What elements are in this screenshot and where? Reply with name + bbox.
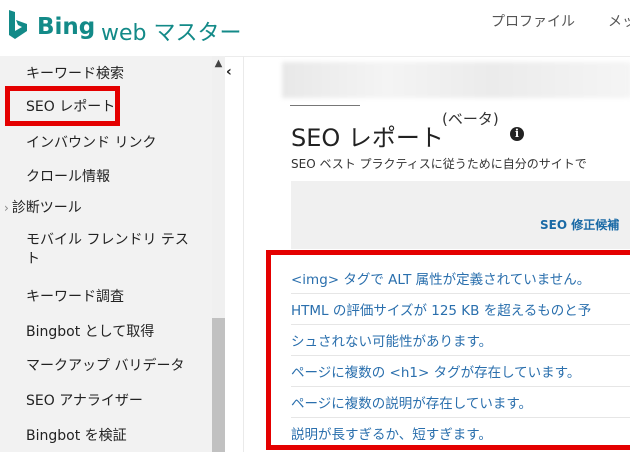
selected-item-highlight xyxy=(5,86,120,126)
column-header-seo-suggestions[interactable]: SEO 修正候補 xyxy=(540,216,619,233)
top-header: Bing web マスター プロファイル メッ xyxy=(0,0,630,57)
sidebar-item-keyword-research[interactable]: キーワード調査 xyxy=(26,286,124,306)
beta-label: (ベータ) xyxy=(442,110,499,128)
sidebar-item-fetch-as-bingbot[interactable]: Bingbot として取得 xyxy=(26,321,154,341)
sidebar-item-markup-validator[interactable]: マークアップ バリデータ xyxy=(26,355,184,375)
nav-message-link[interactable]: メッ xyxy=(608,11,630,31)
table-header-band xyxy=(291,181,630,249)
blurred-site-selector xyxy=(282,62,630,98)
info-icon[interactable]: i xyxy=(510,127,524,141)
logo-webmaster-text[interactable]: web マスター xyxy=(101,15,242,47)
sidebar-group-diagnostics[interactable]: › 診断ツール xyxy=(4,197,82,217)
sidebar-item-keyword-search[interactable]: キーワード検索 xyxy=(26,63,124,83)
sidebar-item-verify-bingbot[interactable]: Bingbot を検証 xyxy=(26,425,127,445)
sidebar-item-seo-analyzer[interactable]: SEO アナライザー xyxy=(26,390,143,410)
nav-profile-link[interactable]: プロファイル xyxy=(491,11,575,31)
collapse-sidebar-icon[interactable]: ‹ xyxy=(226,64,232,80)
sidebar-group-label: 診断ツール xyxy=(11,200,82,216)
issues-highlight-box xyxy=(266,250,630,450)
sidebar: キーワード検索 SEO レポート インバウンド リンク クロール情報 › 診断ツー… xyxy=(0,56,225,452)
logo-bing-text[interactable]: Bing xyxy=(37,14,95,40)
bing-logo-icon[interactable] xyxy=(7,9,29,41)
sidebar-item-crawl-info[interactable]: クロール情報 xyxy=(26,166,110,186)
sidebar-item-mobile-friendly-test[interactable]: モバイル フレンドリ テスト xyxy=(26,231,196,269)
sidebar-scroll-thumb[interactable] xyxy=(212,318,225,452)
page-subtitle: SEO ベスト プラクティスに従うために自分のサイトで xyxy=(291,157,587,171)
sidebar-item-inbound-links[interactable]: インバウンド リンク xyxy=(26,132,156,152)
scroll-up-arrow-icon[interactable]: ▲ xyxy=(212,58,225,69)
page-title: SEO レポート xyxy=(291,124,444,152)
chevron-right-icon: › xyxy=(4,201,9,215)
breadcrumb-underline xyxy=(290,105,360,106)
